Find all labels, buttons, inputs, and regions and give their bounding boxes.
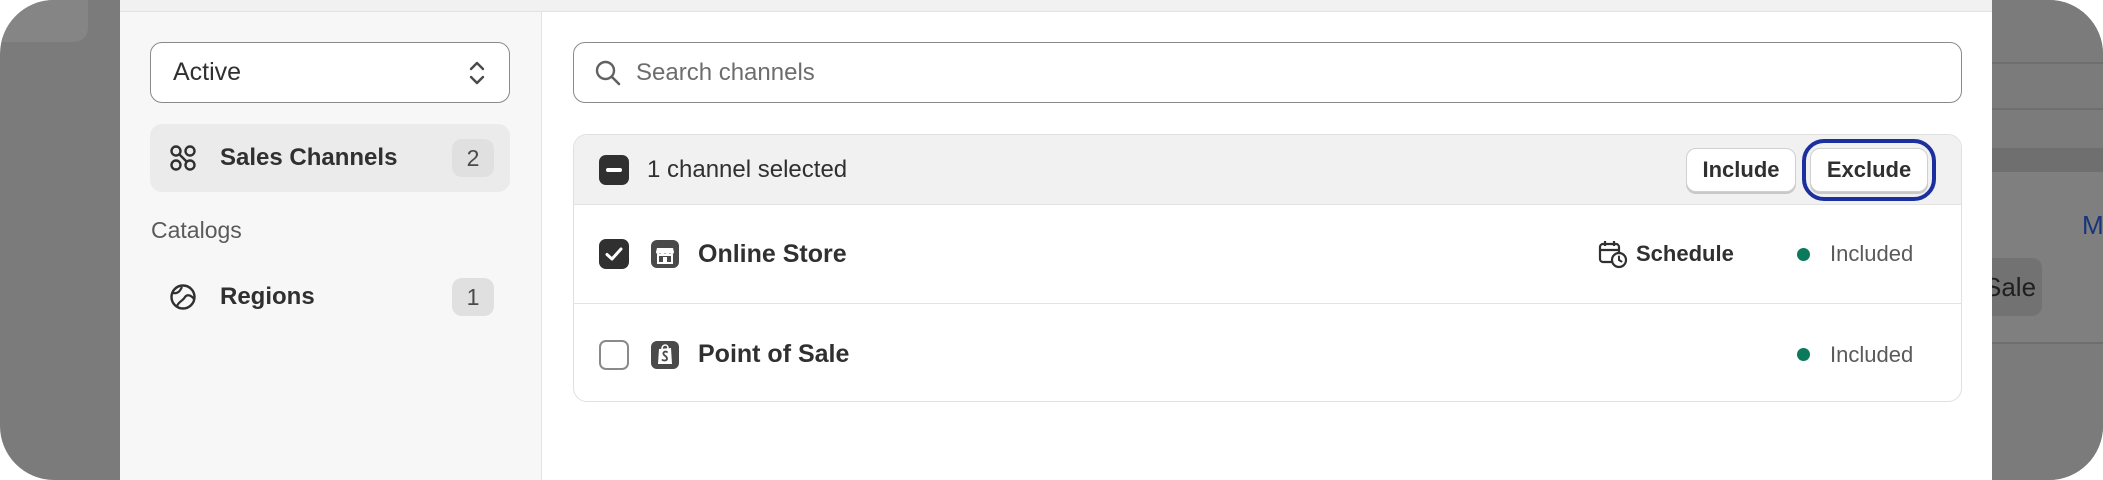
status-text: Included <box>1830 341 1914 367</box>
sales-channels-icon <box>170 145 196 171</box>
background-card <box>0 0 88 42</box>
table-row[interactable]: Online Store Schedule Included <box>574 205 1961 304</box>
status-select[interactable]: Active <box>150 42 510 103</box>
search-icon <box>595 60 621 85</box>
store-icon <box>651 240 679 268</box>
channel-availability-modal: Active Sales Channels 2 Catalogs Regions… <box>120 0 1992 480</box>
row-checkbox[interactable] <box>599 239 629 269</box>
background-page-right: M Sale <box>1972 0 2103 480</box>
status-badge: Included <box>1797 241 1913 267</box>
background-link-fragment: M <box>2082 210 2103 240</box>
sidebar-item-label: Sales Channels <box>220 144 398 171</box>
screen-frame: M Sale Active Sales Channels 2 Catalogs … <box>0 0 2103 480</box>
status-dot <box>1797 247 1810 261</box>
status-text: Included <box>1830 241 1914 266</box>
background-divider <box>1992 62 2103 64</box>
schedule-button[interactable]: Schedule <box>1598 239 1734 269</box>
shopify-pos-icon <box>651 340 679 369</box>
modal-sidebar: Active Sales Channels 2 Catalogs Regions… <box>120 12 542 480</box>
channel-name: Point of Sale <box>698 340 850 368</box>
table-row[interactable]: Point of Sale Included <box>574 305 1961 401</box>
sidebar-item-regions[interactable]: Regions 1 <box>150 263 510 331</box>
search-channels-field[interactable]: Search channels <box>573 42 1962 103</box>
calendar-clock-icon <box>1598 241 1628 269</box>
modal-main: Search channels 1 channel selected Inclu… <box>573 0 1992 480</box>
status-select-value: Active <box>173 58 242 86</box>
sidebar-item-sales-channels[interactable]: Sales Channels 2 <box>150 124 510 192</box>
checkmark-icon <box>605 247 623 261</box>
select-all-checkbox[interactable] <box>599 155 629 185</box>
include-button[interactable]: Include <box>1686 148 1796 192</box>
sidebar-section-catalogs: Catalogs <box>151 217 242 243</box>
selection-count: 1 channel selected <box>647 155 848 183</box>
background-divider <box>1992 342 2103 344</box>
bulk-actions-bar: 1 channel selected Include Exclude <box>574 135 1961 205</box>
chevron-up-down-icon <box>469 61 485 84</box>
status-dot <box>1797 348 1810 361</box>
channel-name: Online Store <box>698 239 847 268</box>
channels-table: 1 channel selected Include Exclude Onlin… <box>573 134 1962 402</box>
exclude-button[interactable]: Exclude <box>1810 148 1928 192</box>
background-band <box>1992 148 2103 172</box>
sidebar-item-count: 1 <box>452 278 494 316</box>
background-divider <box>1992 108 2103 110</box>
row-checkbox[interactable] <box>599 339 629 370</box>
status-badge: Included <box>1797 342 1913 368</box>
globe-icon <box>170 284 196 310</box>
schedule-label: Schedule <box>1636 241 1734 266</box>
sidebar-item-count: 2 <box>452 139 494 177</box>
sidebar-item-label: Regions <box>220 283 315 310</box>
search-input[interactable]: Search channels <box>636 59 815 87</box>
background-panel <box>1992 172 2103 342</box>
